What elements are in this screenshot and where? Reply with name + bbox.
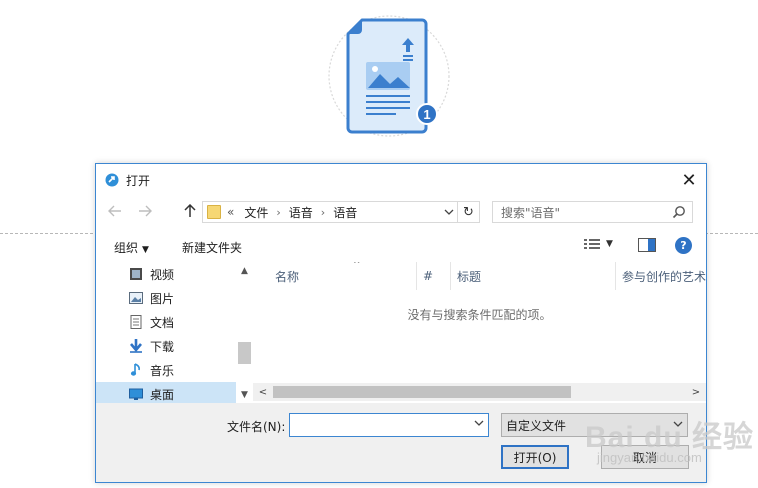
command-bar: 组织 ▼ 新建文件夹 ▼ ?	[96, 230, 706, 262]
dialog-title: 打开	[126, 174, 151, 188]
nav-item-music[interactable]: 音乐	[96, 358, 236, 382]
breadcrumb-item[interactable]: 语音	[333, 204, 357, 221]
details-view-icon	[584, 239, 600, 249]
search-placeholder: 搜索"语音"	[501, 205, 561, 220]
preview-pane-icon	[638, 238, 656, 252]
file-list-pane: ^ 名称 # 标题 参与创作的艺术 没有与搜索条件匹配的项。 < >	[253, 262, 706, 403]
back-button[interactable]	[106, 202, 124, 220]
column-label: 标题	[457, 269, 482, 284]
close-icon: ✕	[681, 169, 697, 191]
up-button[interactable]	[181, 202, 199, 220]
chevron-down-icon[interactable]	[441, 204, 457, 220]
title-bar: 打开 ✕	[96, 164, 706, 196]
help-button[interactable]: ?	[675, 237, 692, 254]
help-icon: ?	[680, 239, 687, 252]
search-icon[interactable]	[672, 205, 686, 219]
column-headers: ^ 名称 # 标题 参与创作的艺术	[253, 262, 706, 290]
column-header-name[interactable]: ^ 名称	[269, 262, 417, 290]
refresh-icon: ↻	[463, 204, 474, 220]
scroll-down-icon[interactable]: ▼	[236, 386, 253, 403]
open-button[interactable]: 打开(O)	[501, 445, 569, 469]
nav-item-videos[interactable]: 视频	[96, 262, 236, 286]
column-header-number[interactable]: #	[417, 262, 451, 290]
downloads-icon	[130, 339, 142, 353]
close-button[interactable]: ✕	[676, 168, 702, 192]
column-header-artist[interactable]: 参与创作的艺术	[616, 262, 706, 290]
forward-button[interactable]	[136, 202, 154, 220]
nav-item-label: 文档	[150, 315, 175, 330]
pictures-icon	[129, 292, 143, 304]
app-icon	[105, 173, 119, 187]
arrow-up-icon	[184, 204, 196, 217]
organize-label: 组织	[114, 241, 139, 255]
search-input[interactable]: 搜索"语音"	[492, 201, 693, 223]
video-icon	[130, 268, 142, 280]
refresh-button[interactable]: ↻	[458, 201, 480, 223]
nav-item-label: 桌面	[150, 387, 175, 402]
breadcrumb-separator[interactable]: ›	[321, 206, 325, 219]
column-label: 参与创作的艺术	[622, 269, 706, 284]
open-label: 打开(O)	[513, 450, 557, 465]
address-bar[interactable]: « 文件 › 语音 › 语音	[202, 201, 458, 223]
nav-item-documents[interactable]: 文档	[96, 310, 236, 334]
empty-list-message: 没有与搜索条件匹配的项。	[407, 308, 552, 322]
nav-item-downloads[interactable]: 下载	[96, 334, 236, 358]
breadcrumb-item[interactable]: 文件	[244, 204, 268, 221]
chevron-down-icon[interactable]	[474, 418, 484, 429]
column-label: #	[423, 269, 434, 283]
nav-item-label: 下载	[150, 339, 175, 354]
arrow-left-icon	[108, 205, 121, 217]
folder-icon	[207, 205, 221, 219]
sort-ascending-icon: ^	[353, 262, 361, 270]
chevron-down-icon	[673, 419, 683, 430]
nav-item-label: 视频	[150, 267, 175, 282]
documents-icon	[130, 315, 142, 329]
cancel-label: 取消	[632, 450, 657, 465]
breadcrumb-overflow[interactable]: «	[227, 205, 234, 219]
scroll-right-icon[interactable]: >	[688, 383, 704, 401]
dropdown-caret-icon: ▼	[606, 239, 613, 249]
scroll-left-icon[interactable]: <	[255, 383, 271, 401]
scrollbar-thumb[interactable]	[238, 342, 251, 364]
filename-input[interactable]	[289, 413, 489, 437]
cancel-button[interactable]: 取消	[601, 445, 689, 469]
change-view-button[interactable]: ▼	[584, 238, 613, 250]
nav-item-pictures[interactable]: 图片	[96, 286, 236, 310]
new-folder-button[interactable]: 新建文件夹	[182, 239, 242, 256]
organize-button[interactable]: 组织 ▼	[114, 239, 149, 256]
dropdown-caret-icon: ▼	[142, 245, 149, 255]
scroll-up-icon[interactable]: ▲	[236, 262, 253, 279]
open-file-dialog: 打开 ✕ « 文件 › 语音 › 语音 ↻ 搜索"语音" 组织 ▼ 新建文件夹 …	[95, 163, 707, 483]
nav-item-label: 图片	[150, 291, 175, 306]
new-folder-label: 新建文件夹	[182, 241, 243, 255]
breadcrumb-separator[interactable]: ›	[276, 206, 280, 219]
column-header-title[interactable]: 标题	[451, 262, 616, 290]
file-type-value: 自定义文件	[506, 418, 567, 433]
music-icon	[130, 363, 140, 376]
nav-pane-scrollbar[interactable]: ▲ ▼	[236, 262, 253, 403]
nav-item-label: 音乐	[150, 363, 175, 378]
navigation-pane: 视频 图片 文档 下载 音乐 桌面 ▲ ▼	[96, 262, 253, 406]
column-label: 名称	[275, 269, 300, 284]
scrollbar-thumb[interactable]	[273, 386, 571, 398]
filename-label: 文件名(N):	[227, 420, 286, 434]
arrow-right-icon	[139, 205, 152, 217]
breadcrumb-item[interactable]: 语音	[289, 204, 313, 221]
svg-text:1: 1	[423, 107, 430, 122]
desktop-icon	[129, 388, 143, 400]
file-type-select[interactable]: 自定义文件	[501, 413, 688, 437]
horizontal-scrollbar[interactable]: < >	[253, 383, 706, 401]
page-background: 1 打开 ✕ « 文件 › 语音 › 语音 ↻ 搜索"语音" 组织 ▼ 新建文件…	[0, 0, 758, 488]
upload-image-document-icon: 1	[328, 15, 450, 137]
preview-pane-button[interactable]	[638, 238, 656, 255]
dialog-footer: 文件名(N): 自定义文件 打开(O) 取消	[96, 403, 706, 482]
